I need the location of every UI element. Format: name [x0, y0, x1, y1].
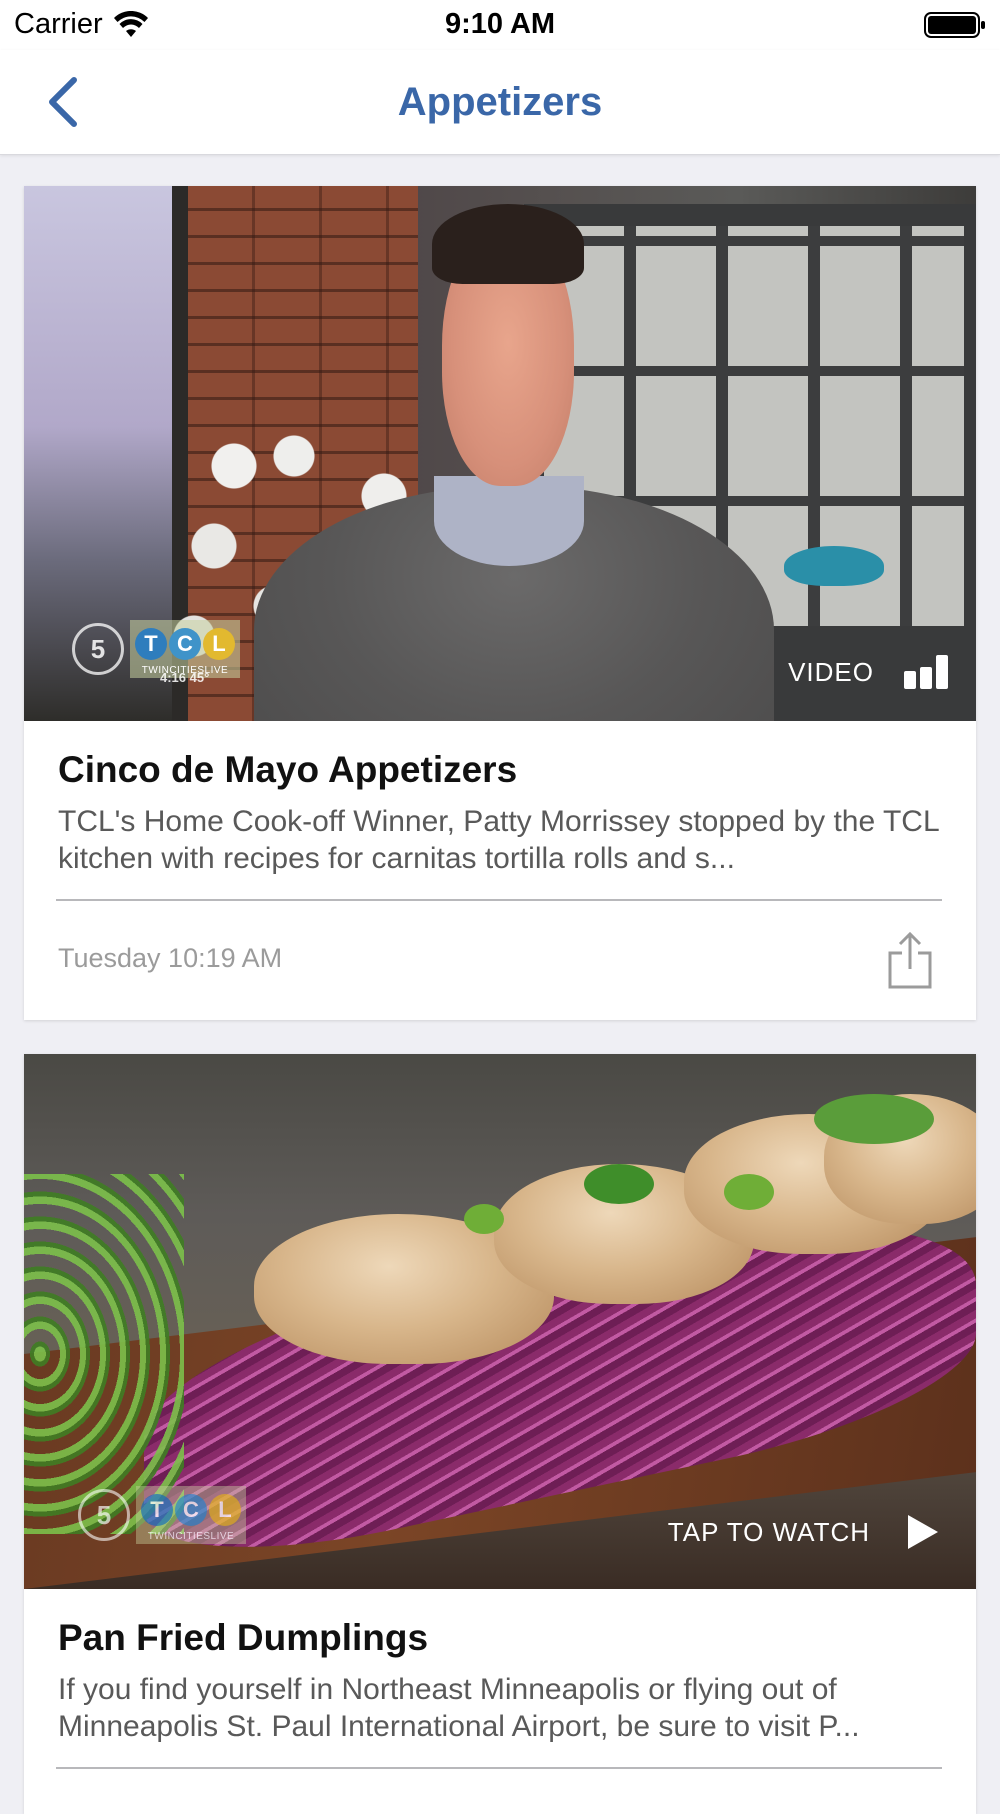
share-icon	[888, 931, 932, 989]
signal-bars-icon	[904, 655, 948, 689]
video-badge: VIDEO	[788, 655, 948, 689]
card-body: Pan Fried Dumplings If you find yourself…	[24, 1589, 976, 1769]
tcl-logo: 5 T C L TWINCITIESLIVE	[78, 1480, 268, 1550]
article-title[interactable]: Pan Fried Dumplings	[58, 1589, 942, 1661]
tap-to-watch-badge[interactable]: TAP TO WATCH	[668, 1515, 938, 1549]
card-footer: Tuesday 10:19 AM	[58, 901, 942, 1021]
play-icon	[908, 1515, 938, 1549]
tap-to-watch-label: TAP TO WATCH	[667, 1516, 870, 1547]
status-bar: Carrier 9:10 AM	[0, 0, 1000, 50]
article-card[interactable]: 5 T C L TWINCITIESLIVE TAP TO WATCH Pan …	[24, 1054, 976, 1814]
video-thumbnail[interactable]: 5 T C L TWINCITIESLIVE TAP TO WATCH	[24, 1054, 976, 1589]
logo-overlay-text: 4:16 45°	[160, 670, 210, 685]
channel-logo: 5	[78, 1489, 130, 1541]
article-date: Tuesday 10:19 AM	[58, 943, 283, 973]
status-time: 9:10 AM	[444, 8, 556, 40]
article-description: TCL's Home Cook-off Winner, Patty Morris…	[58, 805, 939, 875]
article-card[interactable]: 5 T C L TWINCITIESLIVE 4:16 45° VIDEO Ci…	[24, 186, 976, 1020]
video-label: VIDEO	[788, 656, 874, 687]
article-description: If you find yourself in Northeast Minnea…	[58, 1673, 860, 1743]
battery-icon	[924, 12, 985, 38]
video-thumbnail[interactable]: 5 T C L TWINCITIESLIVE 4:16 45° VIDEO	[24, 186, 976, 721]
channel-logo: 5	[72, 623, 124, 675]
card-body: Cinco de Mayo Appetizers TCL's Home Cook…	[24, 721, 976, 1021]
page-title: Appetizers	[397, 80, 603, 124]
navigation-bar: Appetizers	[0, 50, 1000, 155]
divider	[56, 1767, 942, 1769]
article-title[interactable]: Cinco de Mayo Appetizers	[58, 721, 942, 793]
share-button[interactable]	[884, 931, 936, 991]
